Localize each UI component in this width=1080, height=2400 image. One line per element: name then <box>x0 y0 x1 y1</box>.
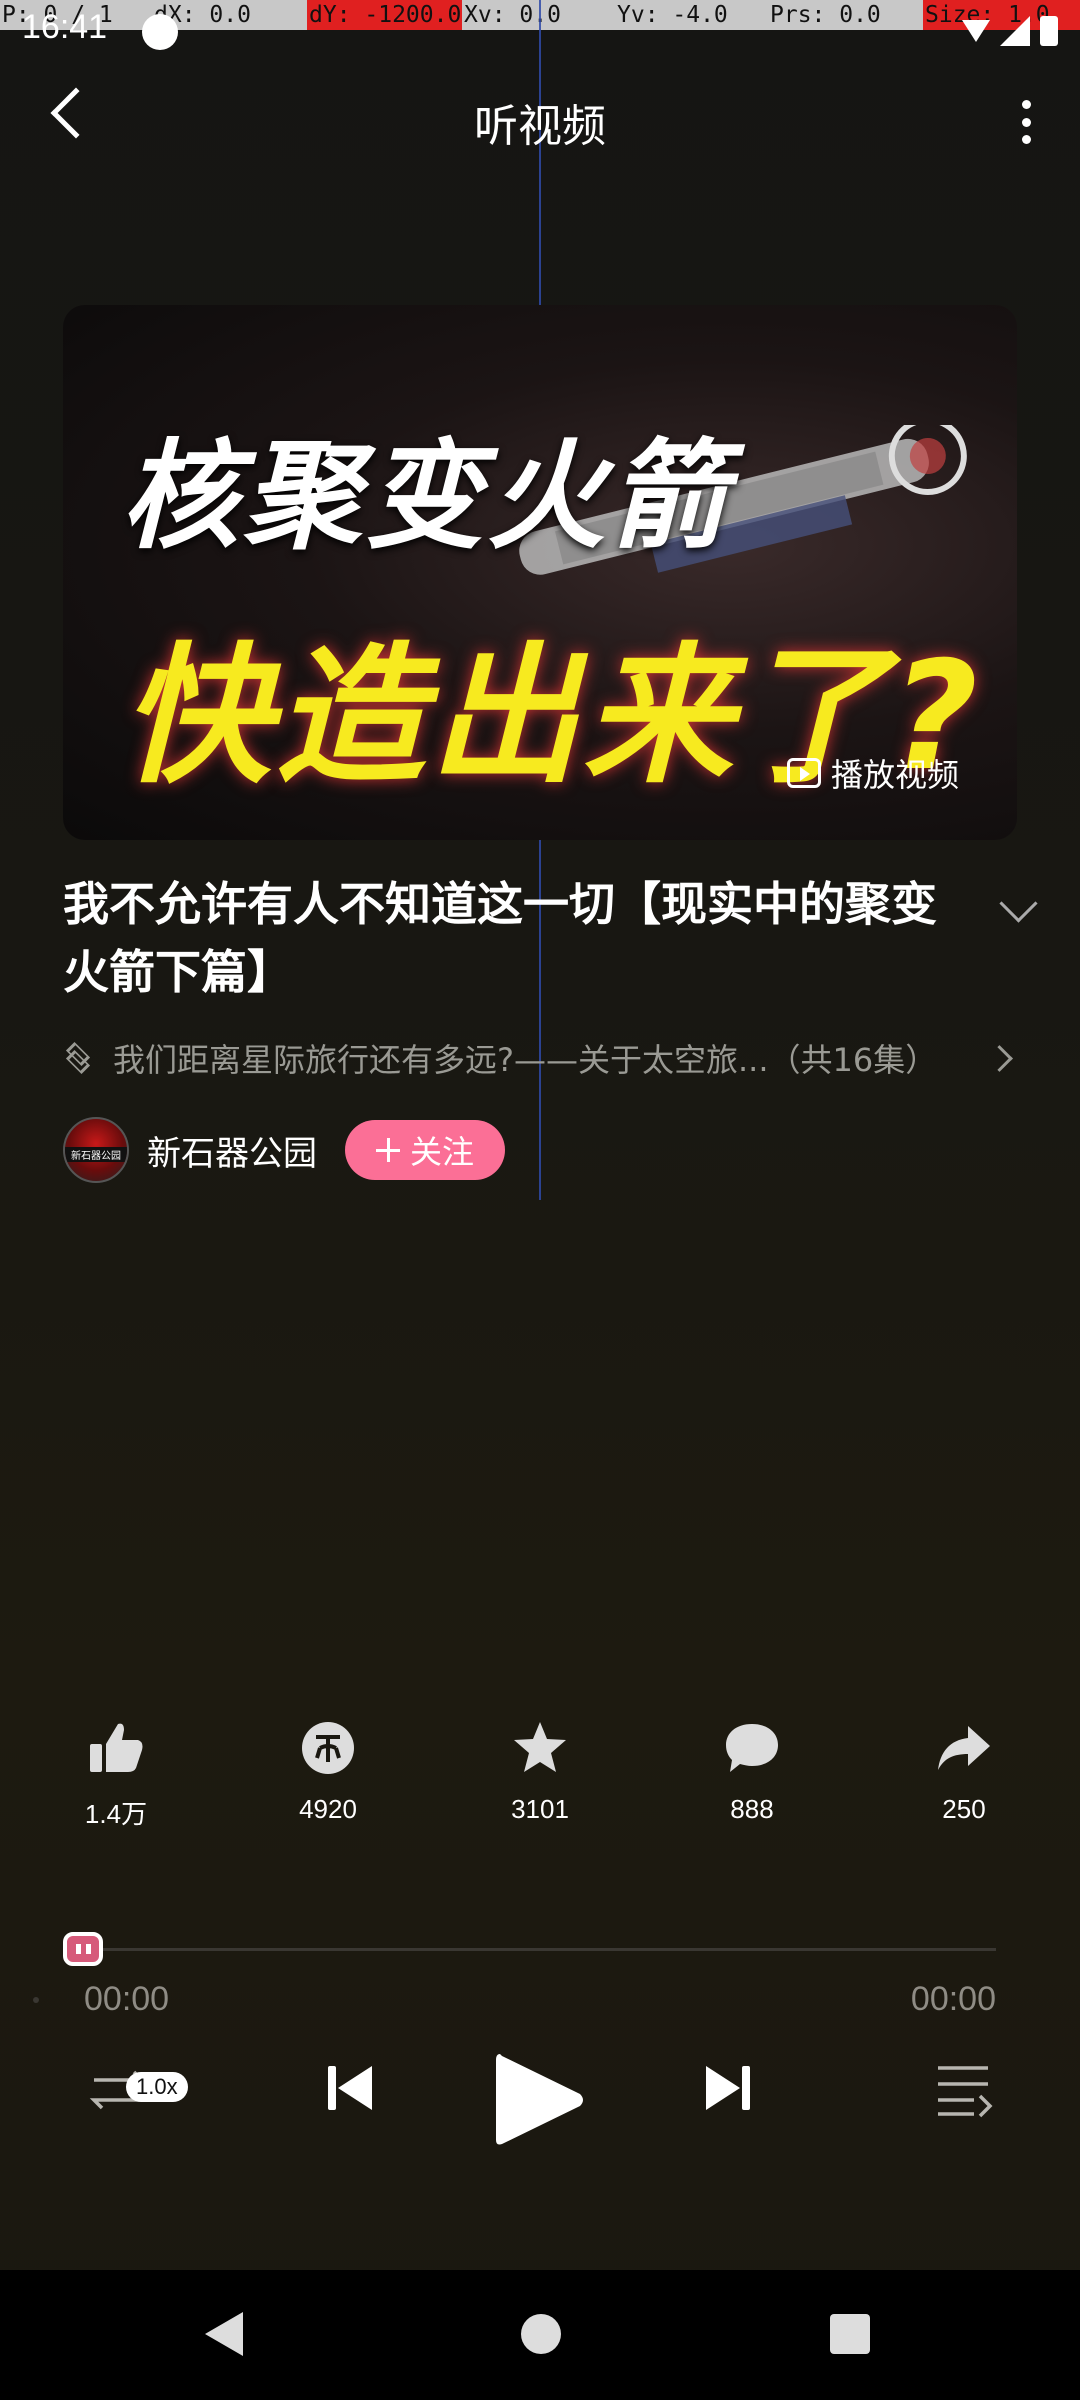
chevron-right-icon <box>986 1044 1013 1072</box>
share-button[interactable]: 250 <box>894 1720 1034 1825</box>
series-title: 我们距离星际旅行还有多远?——关于太空旅...（共16集） <box>113 1041 938 1079</box>
share-count: 250 <box>942 1794 986 1824</box>
like-button[interactable]: 1.4万 <box>46 1720 186 1831</box>
previous-icon[interactable] <box>322 2060 378 2116</box>
episode-title: 我不允许有人不知道这一切【现实中的聚变火箭下篇】 <box>63 877 937 999</box>
total-duration: 00:00 <box>910 1980 996 2018</box>
favorite-button[interactable]: 3101 <box>470 1720 610 1825</box>
follow-button[interactable]: 关注 <box>345 1120 505 1180</box>
status-bar: 16:41 <box>0 0 1080 60</box>
battery-icon <box>1040 16 1058 46</box>
series-link[interactable]: 我们距离星际旅行还有多远?——关于太空旅...（共16集） <box>63 1035 1023 1081</box>
expand-chevron-icon[interactable] <box>999 884 1038 923</box>
wifi-icon <box>962 20 990 42</box>
play-video-label: 播放视频 <box>830 756 959 794</box>
coin-button[interactable]: 4920 <box>258 1720 398 1825</box>
favorite-count: 3101 <box>511 1794 569 1824</box>
star-icon <box>514 1722 566 1772</box>
progress-thumb[interactable] <box>63 1932 103 1966</box>
share-icon <box>938 1726 990 1770</box>
layers-icon <box>63 1041 97 1075</box>
cover-title-line1: 核聚变火箭 <box>121 427 732 565</box>
status-time: 16:41 <box>22 8 108 46</box>
coin-count: 4920 <box>299 1794 357 1824</box>
play-video-button[interactable]: 播放视频 <box>786 750 959 796</box>
system-navigation-bar <box>0 2270 1080 2400</box>
play-icon[interactable] <box>488 2050 588 2150</box>
tv-icon <box>786 758 821 788</box>
signal-icon <box>1000 16 1030 46</box>
elapsed-time: 00:00 <box>84 1980 170 2018</box>
coin-icon <box>302 1722 354 1774</box>
follow-label: 关注 <box>409 1133 474 1171</box>
next-icon[interactable] <box>700 2060 756 2116</box>
author-row: 新石器公园 新石器公园 关注 <box>63 1117 505 1183</box>
comment-count: 888 <box>730 1794 774 1824</box>
speed-badge[interactable]: 1.0x <box>126 2072 188 2102</box>
app-notification-icon <box>142 14 178 50</box>
nav-back-icon[interactable] <box>205 2312 243 2356</box>
like-count: 1.4万 <box>84 1799 148 1829</box>
comment-icon <box>726 1724 778 1772</box>
nav-home-icon[interactable] <box>521 2314 561 2354</box>
avatar[interactable]: 新石器公园 <box>63 1117 129 1183</box>
comment-button[interactable]: 888 <box>682 1720 822 1825</box>
more-options-icon[interactable] <box>1022 100 1032 144</box>
nav-recents-icon[interactable] <box>830 2314 870 2354</box>
page-title: 听视频 <box>474 101 606 152</box>
action-bar: 1.4万 4920 3101 888 250 <box>0 1720 1080 1850</box>
playlist-icon[interactable] <box>934 2060 994 2120</box>
progress-bar[interactable] <box>84 1948 996 1951</box>
author-name[interactable]: 新石器公园 <box>147 1126 317 1175</box>
thumbs-up-icon <box>90 1723 143 1772</box>
video-cover[interactable]: 核聚变火箭 快造出来了? 播放视频 <box>63 305 1017 840</box>
plus-icon <box>375 1138 400 1162</box>
progress-dot <box>33 1997 39 2003</box>
